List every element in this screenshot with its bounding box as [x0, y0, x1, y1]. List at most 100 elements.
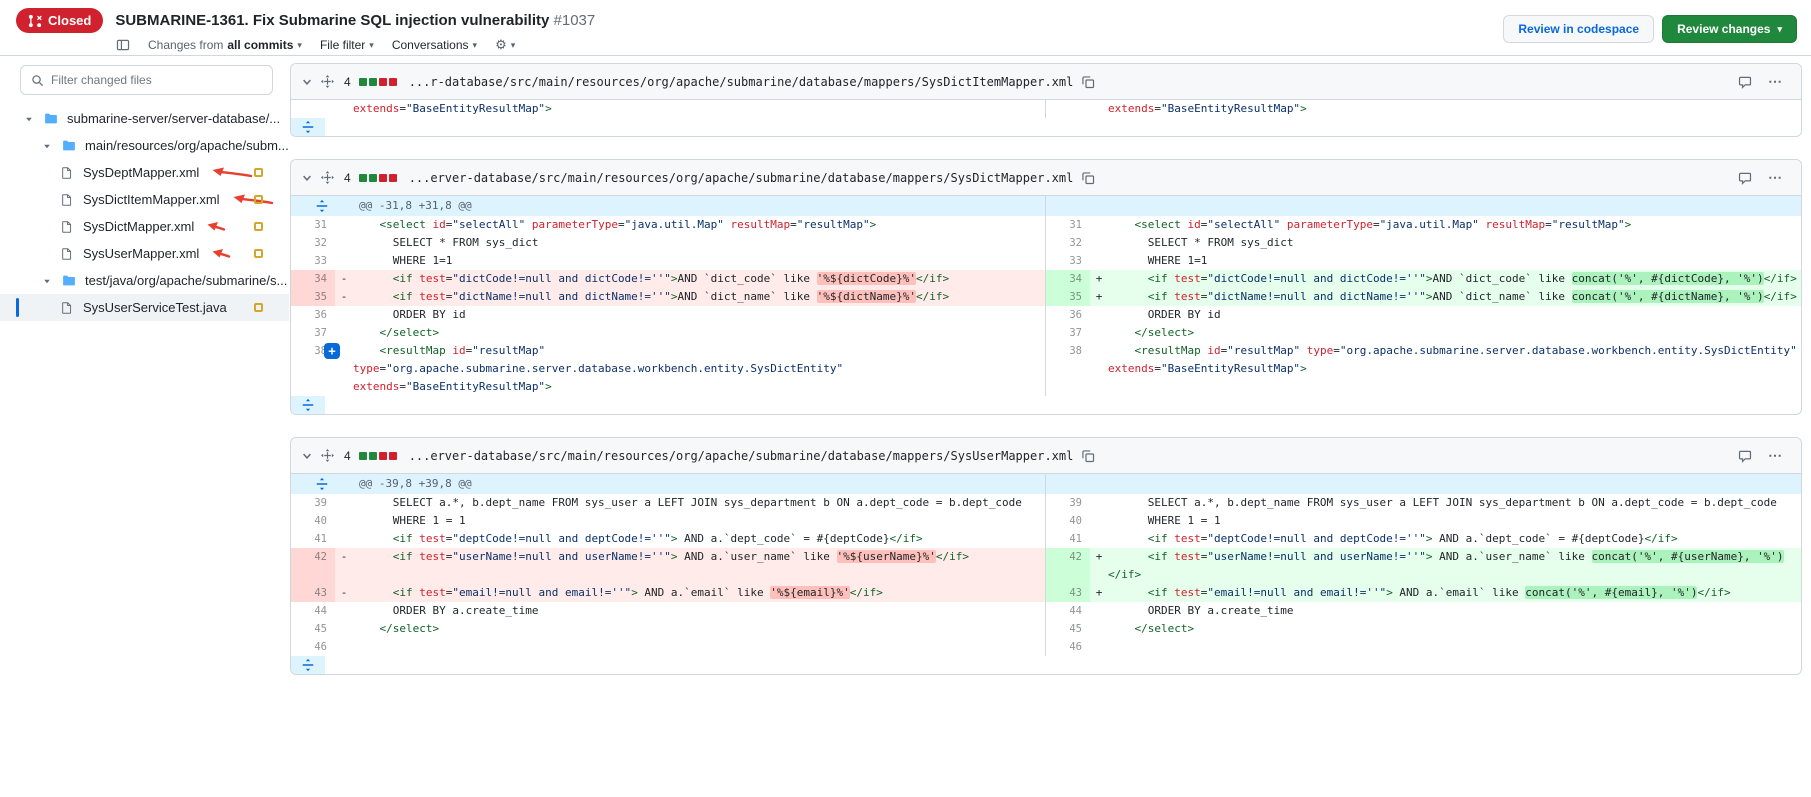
file-path-link[interactable]: ...erver-database/src/main/resources/org… — [409, 171, 1074, 185]
expand-diff-button[interactable] — [291, 118, 325, 136]
diff-list: 4...r-database/src/main/resources/org/ap… — [290, 57, 1802, 697]
line-number[interactable]: 39 — [1046, 494, 1090, 512]
comment-icon[interactable] — [1738, 75, 1752, 89]
diff-side-right: 42+ <if test="userName!=null and userNam… — [1046, 548, 1801, 584]
diff-settings-gear-icon[interactable]: ⚙ ▾ — [495, 37, 515, 53]
diff-marker — [335, 602, 353, 620]
diff-marker — [1090, 342, 1108, 396]
chevron-down-icon[interactable] — [24, 114, 38, 124]
diff-row: 39 SELECT a.*, b.dept_name FROM sys_user… — [291, 494, 1801, 512]
tree-item-sysdeptmapper-xml[interactable]: SysDeptMapper.xml — [0, 159, 289, 186]
line-number[interactable]: 38 — [1046, 342, 1090, 396]
file-path-link[interactable]: ...erver-database/src/main/resources/org… — [409, 449, 1074, 463]
line-number[interactable]: 44 — [291, 602, 335, 620]
line-number[interactable]: 36 — [291, 306, 335, 324]
diff-row: 38+ <resultMap id="resultMap" type="org.… — [291, 342, 1801, 396]
tree-item-label: test/java/org/apache/submarine/s... — [85, 273, 287, 288]
filter-files-input[interactable] — [51, 73, 262, 87]
code-line: WHERE 1=1 — [353, 252, 1045, 270]
line-number[interactable]: 35 — [291, 288, 335, 306]
line-number[interactable] — [1046, 100, 1090, 118]
chevron-down-icon[interactable] — [42, 141, 56, 151]
line-number[interactable]: 46 — [291, 638, 335, 656]
kebab-menu-icon[interactable]: ⋯ — [1768, 169, 1783, 186]
file-header-actions: ⋯ — [1738, 73, 1791, 90]
comment-icon[interactable] — [1738, 449, 1752, 463]
tree-item-sysusermapper-xml[interactable]: SysUserMapper.xml — [0, 240, 289, 267]
line-number[interactable]: 33 — [1046, 252, 1090, 270]
line-number[interactable]: 32 — [1046, 234, 1090, 252]
line-number[interactable]: 40 — [1046, 512, 1090, 530]
gear-icon: ⚙ — [495, 37, 507, 53]
diff-row: extends="BaseEntityResultMap">extends="B… — [291, 100, 1801, 118]
line-number[interactable]: 33 — [291, 252, 335, 270]
line-number[interactable]: 41 — [1046, 530, 1090, 548]
line-number[interactable]: 31 — [1046, 216, 1090, 234]
line-number[interactable]: 41 — [291, 530, 335, 548]
line-number[interactable]: 39 — [291, 494, 335, 512]
review-changes-button[interactable]: Review changes ▾ — [1662, 15, 1797, 43]
collapse-file-chevron-icon[interactable] — [301, 172, 313, 184]
tree-item-test-java-org-apache-submarine-s[interactable]: test/java/org/apache/submarine/s... — [0, 267, 289, 294]
line-number[interactable]: 46 — [1046, 638, 1090, 656]
drag-handle-icon[interactable] — [321, 449, 334, 462]
chevron-down-icon[interactable] — [42, 276, 56, 286]
diff-row: 34- <if test="dictCode!=null and dictCod… — [291, 270, 1801, 288]
copy-path-icon[interactable] — [1081, 75, 1095, 89]
line-number[interactable]: 37 — [1046, 324, 1090, 342]
pr-status-badge: Closed — [16, 8, 103, 33]
conversations-menu[interactable]: Conversations ▾ — [392, 38, 477, 52]
line-number[interactable]: 34 — [291, 270, 335, 288]
tree-item-sysdictitemmapper-xml[interactable]: SysDictItemMapper.xml — [0, 186, 289, 213]
tree-item-sysuserservicetest-java[interactable]: SysUserServiceTest.java — [0, 294, 289, 321]
collapse-file-chevron-icon[interactable] — [301, 450, 313, 462]
collapse-file-chevron-icon[interactable] — [301, 76, 313, 88]
line-number[interactable]: 43 — [291, 584, 335, 602]
diff-row: 40 WHERE 1 = 140 WHERE 1 = 1 — [291, 512, 1801, 530]
drag-handle-icon[interactable] — [321, 171, 334, 184]
expand-hunk-button[interactable] — [291, 474, 353, 494]
review-in-codespace-button[interactable]: Review in codespace — [1503, 15, 1654, 43]
diff-side-left: 45 </select> — [291, 620, 1046, 638]
line-number[interactable]: 34 — [1046, 270, 1090, 288]
changes-from-menu[interactable]: Changes from all commits ▾ — [148, 38, 302, 52]
kebab-menu-icon[interactable]: ⋯ — [1768, 73, 1783, 90]
add-line-comment-button[interactable]: + — [324, 343, 340, 359]
code-line: <if test="deptCode!=null and deptCode!='… — [353, 530, 1045, 548]
line-number[interactable]: 38+ — [291, 342, 335, 396]
tree-item-submarine-server-server-database[interactable]: submarine-server/server-database/... — [0, 105, 289, 132]
line-number[interactable]: 42 — [291, 548, 335, 584]
file-icon — [60, 166, 77, 180]
expand-diff-button[interactable] — [291, 656, 325, 674]
diff-side-left: 44 ORDER BY a.create_time — [291, 602, 1046, 620]
line-number[interactable] — [291, 100, 335, 118]
copy-path-icon[interactable] — [1081, 449, 1095, 463]
diff-side-left: 31 <select id="selectAll" parameterType=… — [291, 216, 1046, 234]
line-number[interactable]: 40 — [291, 512, 335, 530]
tree-item-sysdictmapper-xml[interactable]: SysDictMapper.xml — [0, 213, 289, 240]
line-number[interactable]: 32 — [291, 234, 335, 252]
diff-side-left: 39 SELECT a.*, b.dept_name FROM sys_user… — [291, 494, 1046, 512]
line-number[interactable]: 44 — [1046, 602, 1090, 620]
line-number[interactable]: 31 — [291, 216, 335, 234]
copy-path-icon[interactable] — [1081, 171, 1095, 185]
file-path-link[interactable]: ...r-database/src/main/resources/org/apa… — [409, 75, 1074, 89]
comment-icon[interactable] — [1738, 171, 1752, 185]
tree-item-main-resources-org-apache-subm[interactable]: main/resources/org/apache/subm... — [0, 132, 289, 159]
diff-side-right: 32 SELECT * FROM sys_dict — [1046, 234, 1801, 252]
line-number[interactable]: 35 — [1046, 288, 1090, 306]
expand-diff-button[interactable] — [291, 396, 325, 414]
caret-down-icon: ▾ — [369, 40, 374, 51]
expand-hunk-button[interactable] — [291, 196, 353, 216]
line-number[interactable]: 43 — [1046, 584, 1090, 602]
diff-side-right: 43+ <if test="email!=null and email!=''"… — [1046, 584, 1801, 602]
line-number[interactable]: 45 — [291, 620, 335, 638]
kebab-menu-icon[interactable]: ⋯ — [1768, 447, 1783, 464]
file-filter-menu[interactable]: File filter ▾ — [320, 38, 374, 52]
line-number[interactable]: 37 — [291, 324, 335, 342]
drag-handle-icon[interactable] — [321, 75, 334, 88]
line-number[interactable]: 36 — [1046, 306, 1090, 324]
line-number[interactable]: 45 — [1046, 620, 1090, 638]
sidebar-toggle-icon[interactable] — [116, 38, 130, 52]
line-number[interactable]: 42 — [1046, 548, 1090, 584]
